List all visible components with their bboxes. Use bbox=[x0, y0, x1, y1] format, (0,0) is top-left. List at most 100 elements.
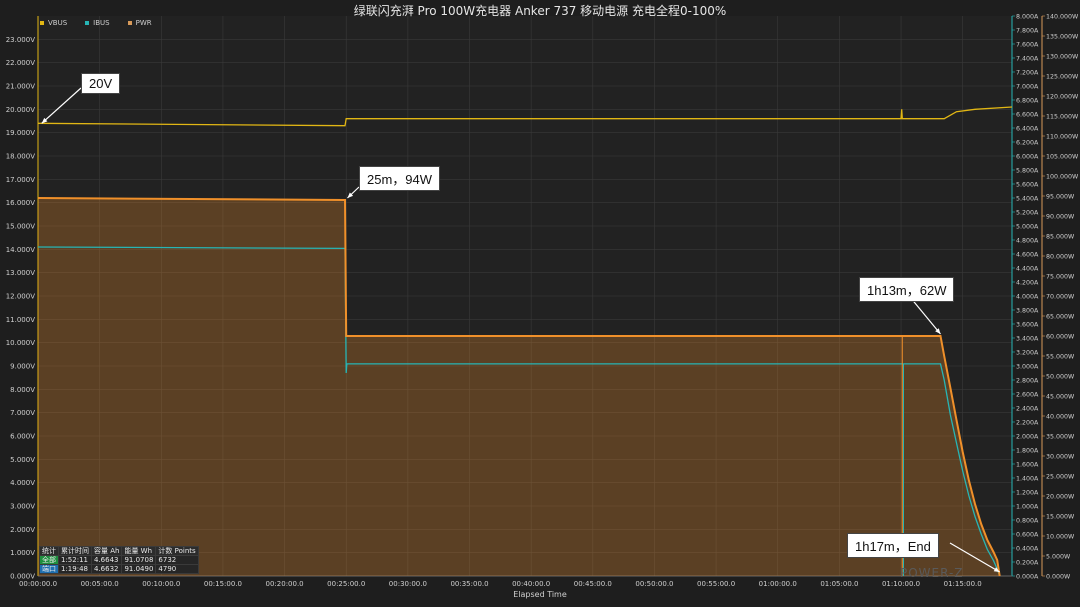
y-right-amp-tick-label: 3.000A bbox=[1016, 364, 1039, 371]
y-right-watt-tick-label: 125.000W bbox=[1046, 74, 1079, 81]
y-right-amp-tick-label: 6.200A bbox=[1016, 140, 1039, 147]
y-right-watt-tick-label: 110.000W bbox=[1046, 134, 1079, 141]
y-right-amp-tick-label: 6.800A bbox=[1016, 98, 1039, 105]
legend-item-vbus: VBUS bbox=[40, 19, 67, 27]
y-left-tick-label: 10.000V bbox=[6, 339, 35, 347]
x-tick-label: 00:55:00.0 bbox=[697, 580, 735, 588]
annotation-1h13m: 1h13m，62W bbox=[859, 277, 955, 302]
y-right-watt-tick-label: 130.000W bbox=[1046, 54, 1079, 61]
y-left-tick-label: 15.000V bbox=[6, 223, 35, 231]
y-right-watt-tick-label: 55.000W bbox=[1046, 354, 1075, 361]
y-left-tick-label: 3.000V bbox=[10, 503, 35, 511]
y-left-tick-label: 4.000V bbox=[10, 479, 35, 487]
x-axis-title: Elapsed Time bbox=[513, 590, 567, 599]
y-right-watt-tick-label: 35.000W bbox=[1046, 434, 1075, 441]
y-right-watt-tick-label: 5.000W bbox=[1046, 554, 1071, 561]
y-right-amp-tick-label: 2.200A bbox=[1016, 420, 1039, 427]
legend-label-vbus: VBUS bbox=[48, 19, 68, 27]
y-right-amp-tick-label: 0.800A bbox=[1016, 518, 1039, 525]
y-right-amp-tick-label: 5.000A bbox=[1016, 224, 1039, 231]
y-right-amp-tick-label: 7.600A bbox=[1016, 42, 1039, 49]
y-right-watt-tick-label: 90.000W bbox=[1046, 214, 1075, 221]
y-right-amp-tick-label: 4.400A bbox=[1016, 266, 1039, 273]
y-right-watt-tick-label: 15.000W bbox=[1046, 514, 1075, 521]
y-right-watt-tick-label: 135.000W bbox=[1046, 34, 1079, 41]
y-right-watt-tick-label: 40.000W bbox=[1046, 414, 1075, 421]
y-right-amp-tick-label: 5.800A bbox=[1016, 168, 1039, 175]
y-right-amp-tick-label: 6.400A bbox=[1016, 126, 1039, 133]
y-right-watt-tick-label: 10.000W bbox=[1046, 534, 1075, 541]
y-left-tick-label: 13.000V bbox=[6, 269, 35, 277]
y-left-tick-label: 16.000V bbox=[6, 199, 35, 207]
stats-cell: 91.0708 bbox=[121, 555, 157, 565]
x-tick-label: 00:30:00.0 bbox=[389, 580, 427, 588]
y-right-amp-tick-label: 3.200A bbox=[1016, 350, 1039, 357]
legend-swatch-ibus bbox=[85, 21, 90, 25]
stats-cell: 全部 bbox=[39, 555, 59, 565]
y-right-amp-tick-label: 0.600A bbox=[1016, 532, 1039, 539]
x-tick-label: 01:00:00.0 bbox=[759, 580, 797, 588]
y-left-tick-label: 18.000V bbox=[6, 153, 35, 161]
y-right-watt-tick-label: 45.000W bbox=[1046, 394, 1075, 401]
stats-cell: 4790 bbox=[155, 564, 199, 574]
y-right-amp-tick-label: 7.400A bbox=[1016, 56, 1039, 63]
y-left-tick-label: 2.000V bbox=[10, 526, 35, 534]
y-right-amp-tick-label: 5.600A bbox=[1016, 182, 1039, 189]
y-right-amp-tick-label: 5.400A bbox=[1016, 196, 1039, 203]
y-right-amp-tick-label: 7.200A bbox=[1016, 70, 1039, 77]
y-right-amp-tick-label: 3.600A bbox=[1016, 322, 1039, 329]
stats-cell: 端口 bbox=[39, 564, 59, 574]
y-right-amp-tick-label: 5.200A bbox=[1016, 210, 1039, 217]
y-right-amp-tick-label: 7.800A bbox=[1016, 28, 1039, 35]
stats-cell: 6732 bbox=[155, 555, 199, 565]
y-left-tick-label: 19.000V bbox=[6, 129, 35, 137]
y-left-tick-label: 1.000V bbox=[10, 549, 35, 557]
legend: VBUS IBUS PWR bbox=[40, 19, 152, 27]
y-left-tick-label: 6.000V bbox=[10, 433, 35, 441]
x-tick-label: 00:15:00.0 bbox=[204, 580, 242, 588]
y-right-amp-tick-label: 2.000A bbox=[1016, 434, 1039, 441]
x-tick-label: 01:15:00.0 bbox=[944, 580, 982, 588]
stats-cell: 1:52:11 bbox=[58, 555, 92, 565]
x-tick-label: 00:35:00.0 bbox=[450, 580, 488, 588]
y-right-amp-tick-label: 1.800A bbox=[1016, 448, 1039, 455]
y-right-watt-tick-label: 30.000W bbox=[1046, 454, 1075, 461]
y-left-tick-label: 23.000V bbox=[6, 36, 35, 44]
y-right-amp-tick-label: 4.800A bbox=[1016, 238, 1039, 245]
y-right-amp-tick-label: 0.400A bbox=[1016, 546, 1039, 553]
y-left-tick-label: 11.000V bbox=[6, 316, 35, 324]
legend-swatch-vbus bbox=[40, 21, 44, 25]
y-right-amp-tick-label: 1.200A bbox=[1016, 490, 1039, 497]
y-left-tick-label: 21.000V bbox=[6, 83, 35, 91]
y-right-amp-tick-label: 0.200A bbox=[1016, 560, 1039, 567]
x-tick-label: 00:25:00.0 bbox=[327, 580, 365, 588]
y-left-tick-label: 14.000V bbox=[6, 246, 35, 254]
x-tick-label: 00:05:00.0 bbox=[81, 580, 119, 588]
y-right-watt-tick-label: 70.000W bbox=[1046, 294, 1075, 301]
x-tick-label: 01:05:00.0 bbox=[820, 580, 858, 588]
x-tick-label: 01:10:00.0 bbox=[882, 580, 920, 588]
legend-swatch-pwr bbox=[127, 21, 132, 25]
chart-title: 绿联闪充湃 Pro 100W充电器 Anker 737 移动电源 充电全程0-1… bbox=[353, 4, 727, 18]
stats-table: 统计 累计时间 容量 Ah 能量 Wh 计数 Points 全部 1:52:11… bbox=[39, 546, 199, 574]
y-right-watt-tick-label: 85.000W bbox=[1046, 234, 1075, 241]
y-right-amp-tick-label: 6.000A bbox=[1016, 154, 1039, 161]
y-right-amp-tick-label: 7.000A bbox=[1016, 84, 1039, 91]
y-right-amp-tick-label: 2.600A bbox=[1016, 392, 1039, 399]
y-right-amp-tick-label: 4.200A bbox=[1016, 280, 1039, 287]
stats-row-all: 全部 1:52:11 4.6643 91.0708 6732 bbox=[39, 555, 199, 565]
legend-item-pwr: PWR bbox=[127, 19, 152, 27]
stats-cell: 4.6643 bbox=[90, 555, 123, 565]
y-left-tick-label: 12.000V bbox=[6, 293, 35, 301]
y-right-watt-tick-label: 50.000W bbox=[1046, 374, 1075, 381]
y-left-tick-label: 5.000V bbox=[10, 456, 35, 464]
stats-header-row: 统计 累计时间 容量 Ah 能量 Wh 计数 Points bbox=[39, 546, 199, 556]
y-right-watt-tick-label: 60.000W bbox=[1046, 334, 1075, 341]
legend-item-ibus: IBUS bbox=[85, 19, 110, 27]
y-right-watt-tick-label: 75.000W bbox=[1046, 274, 1075, 281]
y-right-watt-tick-label: 95.000W bbox=[1046, 194, 1075, 201]
annotation-1h17m: 1h17m，End bbox=[847, 533, 939, 558]
y-right-watt-tick-label: 0.000W bbox=[1046, 574, 1071, 581]
stats-header: 容量 Ah bbox=[90, 546, 123, 556]
legend-label-pwr: PWR bbox=[135, 19, 152, 27]
